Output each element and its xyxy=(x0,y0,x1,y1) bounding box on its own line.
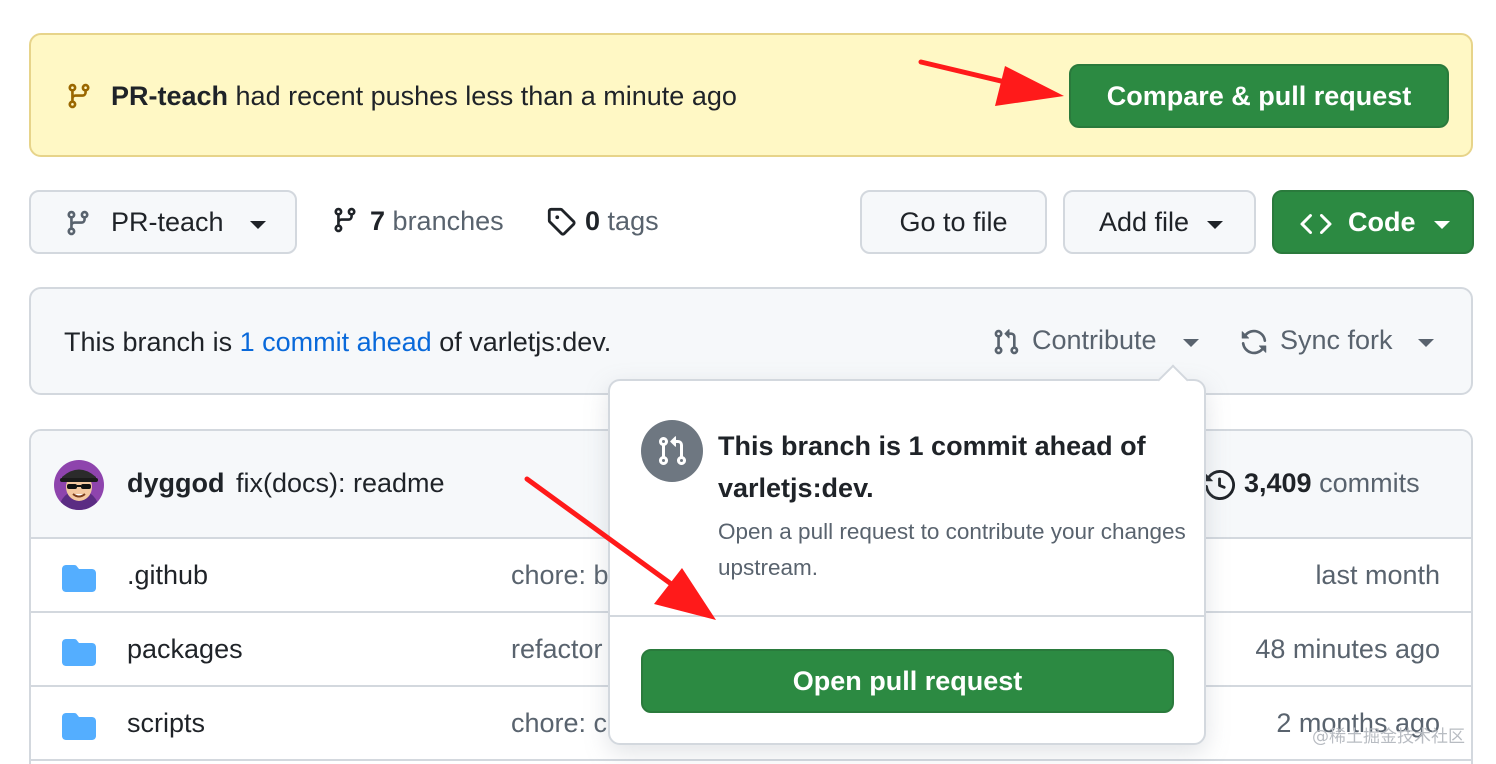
annotation-arrow xyxy=(524,476,716,620)
annotation-arrow xyxy=(918,59,1064,106)
annotation-arrows xyxy=(524,59,1064,620)
watermark: @稀土掘金技术社区 xyxy=(1312,727,1465,747)
